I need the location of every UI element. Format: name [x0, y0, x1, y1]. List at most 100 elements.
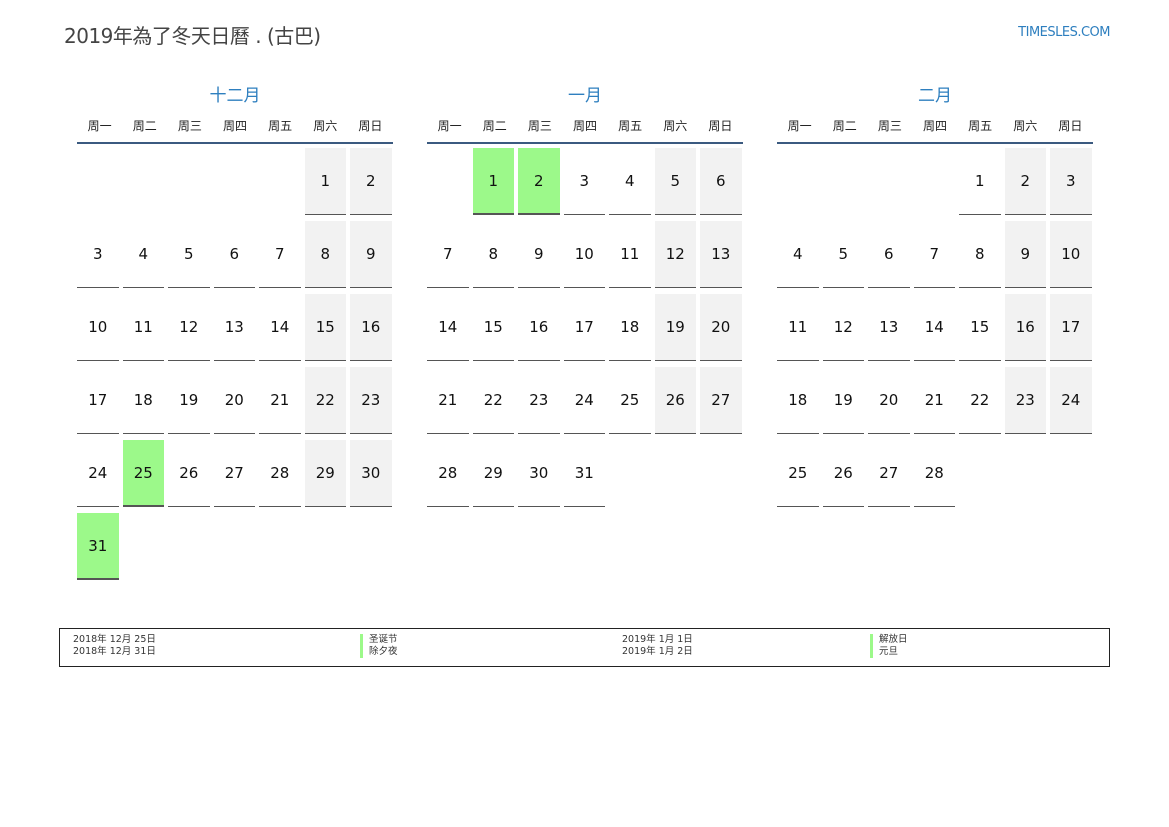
day-cell: 23 — [518, 367, 560, 434]
legend-date: 2018年 12月 25日 — [73, 634, 156, 645]
day-cell: 17 — [77, 367, 119, 434]
weekday-label: 周三 — [177, 119, 202, 133]
day-grid: 1 2 3 4 5 6 7 8 9 10 11 12 13 14 15 16 17 18 19 20 21 22 23 24 2… — [77, 148, 393, 580]
month-january: 一月 周一 周二 周三 周四 周五 周六 周日 1 2 3 4 5 6 7 8 9 10 11 12 1… — [427, 84, 743, 507]
day-cell: 12 — [822, 294, 864, 361]
month-february: 二月 周一 周二 周三 周四 周五 周六 周日 1 2 3 4 5 6 7 8 9 10 11 12 1… — [777, 84, 1093, 507]
legend-holiday-name: 圣诞节 — [360, 634, 398, 646]
empty-cell — [868, 148, 910, 215]
day-cell: 9 — [350, 221, 392, 288]
empty-cell — [914, 148, 956, 215]
weekday-label: 周二 — [132, 119, 157, 133]
legend-holiday-name: 解放日 — [870, 634, 908, 646]
day-cell: 10 — [1050, 221, 1092, 288]
day-cell: 25 — [122, 440, 164, 507]
day-cell: 4 — [609, 148, 651, 215]
day-cell: 1 — [959, 148, 1001, 215]
legend-holiday-name: 除夕夜 — [360, 646, 398, 658]
legend-names-column: 圣诞节 除夕夜 — [360, 634, 398, 658]
day-cell: 23 — [350, 367, 392, 434]
day-cell: 26 — [822, 440, 864, 507]
day-cell: 19 — [654, 294, 696, 361]
weekday-label: 周六 — [663, 119, 688, 133]
day-cell: 25 — [777, 440, 819, 507]
day-cell: 8 — [959, 221, 1001, 288]
day-cell: 8 — [304, 221, 346, 288]
weekday-label: 周五 — [618, 119, 643, 133]
day-cell: 7 — [913, 221, 955, 288]
empty-cell — [77, 148, 119, 215]
month-december: 十二月 周一 周二 周三 周四 周五 周六 周日 1 2 3 4 5 6 7 8 9 10 11 12… — [77, 84, 393, 580]
day-cell: 10 — [77, 294, 119, 361]
weekday-label: 周一 — [87, 119, 112, 133]
legend-holiday-name: 元旦 — [870, 646, 908, 658]
weekday-label: 周四 — [572, 119, 597, 133]
empty-cell — [427, 148, 469, 215]
day-cell: 20 — [868, 367, 910, 434]
weekday-label: 周二 — [482, 119, 507, 133]
weekday-label: 周日 — [1058, 119, 1083, 133]
day-cell: 4 — [122, 221, 164, 288]
day-grid: 1 2 3 4 5 6 7 8 9 10 11 12 13 14 15 16 17 18 19 20 21 22 23 24 2… — [427, 148, 743, 507]
day-cell: 6 — [700, 148, 742, 215]
legend-date: 2019年 1月 1日 — [622, 634, 693, 645]
weekday-label: 周五 — [268, 119, 293, 133]
day-cell: 30 — [518, 440, 560, 507]
day-cell: 13 — [213, 294, 255, 361]
weekday-label: 周六 — [1013, 119, 1038, 133]
day-cell: 28 — [913, 440, 955, 507]
empty-cell — [214, 148, 256, 215]
day-cell: 5 — [168, 221, 210, 288]
day-cell: 22 — [472, 367, 514, 434]
weekday-label: 周三 — [527, 119, 552, 133]
day-cell: 16 — [1004, 294, 1046, 361]
day-cell: 26 — [168, 440, 210, 507]
day-cell: 17 — [563, 294, 605, 361]
day-cell: 22 — [959, 367, 1001, 434]
weekday-label: 周四 — [222, 119, 247, 133]
day-cell: 17 — [1050, 294, 1092, 361]
weekday-header: 周一 周二 周三 周四 周五 周六 周日 — [777, 110, 1093, 144]
empty-cell — [823, 148, 865, 215]
day-cell: 23 — [1004, 367, 1046, 434]
day-cell: 18 — [609, 294, 651, 361]
day-cell: 15 — [472, 294, 514, 361]
day-cell: 5 — [822, 221, 864, 288]
weekday-label: 周一 — [437, 119, 462, 133]
day-cell: 8 — [472, 221, 514, 288]
day-cell: 27 — [700, 367, 742, 434]
day-cell: 9 — [518, 221, 560, 288]
day-cell: 5 — [654, 148, 696, 215]
empty-cell — [259, 148, 301, 215]
month-title: 十二月 — [209, 86, 261, 106]
legend-names-column: 解放日 元旦 — [870, 634, 908, 658]
day-cell: 13 — [700, 221, 742, 288]
day-cell: 11 — [122, 294, 164, 361]
day-cell: 16 — [350, 294, 392, 361]
day-cell: 4 — [777, 221, 819, 288]
legend-dates-column: 2019年 1月 1日 2019年 1月 2日 — [622, 634, 693, 658]
weekday-header: 周一 周二 周三 周四 周五 周六 周日 — [427, 110, 743, 144]
month-title: 一月 — [568, 86, 602, 106]
day-cell: 27 — [868, 440, 910, 507]
day-cell: 16 — [518, 294, 560, 361]
legend-dates-column: 2018年 12月 25日 2018年 12月 31日 — [73, 634, 156, 658]
day-cell: 22 — [304, 367, 346, 434]
weekday-header: 周一 周二 周三 周四 周五 周六 周日 — [77, 110, 393, 144]
day-cell: 6 — [213, 221, 255, 288]
day-cell: 13 — [868, 294, 910, 361]
day-cell: 19 — [168, 367, 210, 434]
day-cell: 18 — [122, 367, 164, 434]
empty-cell — [123, 148, 165, 215]
legend-date: 2018年 12月 31日 — [73, 646, 156, 657]
day-cell: 28 — [427, 440, 469, 507]
day-cell: 21 — [913, 367, 955, 434]
day-cell: 9 — [1004, 221, 1046, 288]
empty-cell — [777, 148, 819, 215]
site-link[interactable]: TIMESLES.COM — [1018, 25, 1110, 40]
day-cell: 14 — [427, 294, 469, 361]
page-title: 2019年為了冬天日曆 . (古巴) — [64, 24, 321, 48]
day-cell: 19 — [822, 367, 864, 434]
day-cell: 1 — [304, 148, 346, 215]
day-cell: 14 — [913, 294, 955, 361]
